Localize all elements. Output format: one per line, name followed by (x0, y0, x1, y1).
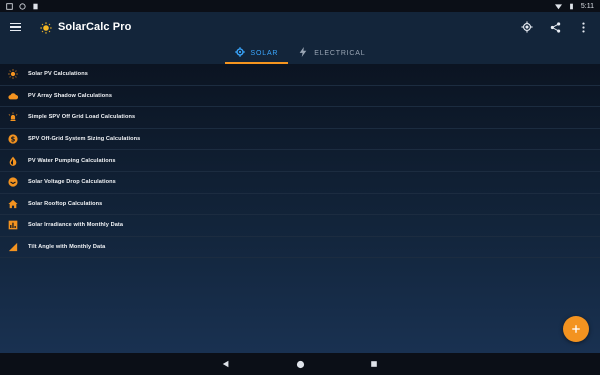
list-item-simple-spv-load[interactable]: Simple SPV Off Grid Load Calculations (0, 107, 600, 129)
notification-a-icon (6, 2, 13, 10)
list-item-label: Solar Irradiance with Monthly Data (28, 222, 124, 229)
sun-logo-icon (40, 21, 52, 34)
list-item-pv-array-shadow[interactable]: PV Array Shadow Calculations (0, 86, 600, 108)
app-bar: SolarCalc Pro (0, 12, 600, 42)
list-item-label: Solar Rooftop Calculations (28, 200, 103, 207)
home-icon (8, 199, 18, 209)
gps-icon[interactable] (520, 20, 534, 34)
list-item-label: Solar PV Calculations (28, 71, 88, 78)
light-icon (8, 112, 18, 122)
more-vert-icon[interactable] (576, 20, 590, 34)
tab-electrical-label: ELECTRICAL (314, 49, 366, 57)
wifi-icon (554, 3, 562, 10)
home-icon[interactable] (295, 359, 305, 369)
gear-icon (234, 47, 245, 59)
calculations-list-area: Solar PV Calculations PV Array Shadow Ca… (0, 64, 600, 353)
list-item-label: Simple SPV Off Grid Load Calculations (28, 114, 136, 121)
notification-c-icon (32, 3, 39, 10)
menu-icon[interactable] (10, 19, 26, 35)
status-time: 5:11 (580, 2, 594, 10)
calculations-list: Solar PV Calculations PV Array Shadow Ca… (0, 64, 600, 259)
tab-solar-label: SOLAR (250, 49, 279, 57)
plus-icon (572, 325, 580, 333)
system-nav-bar (0, 353, 600, 375)
list-item-label: Tilt Angle with Monthly Data (28, 244, 106, 251)
list-item-label: SPV Off-Grid System Sizing Calculations (28, 136, 141, 143)
angle-icon (8, 242, 18, 252)
list-item-tilt-angle[interactable]: Tilt Angle with Monthly Data (0, 237, 600, 259)
dollar-icon: $ (8, 134, 18, 144)
recents-icon[interactable] (369, 359, 379, 369)
list-item-solar-pv[interactable]: Solar PV Calculations (0, 64, 600, 86)
status-bar: 5:11 (0, 0, 600, 12)
drop-icon (8, 156, 18, 166)
notification-b-icon (19, 2, 26, 10)
list-item-label: Solar Voltage Drop Calculations (28, 179, 116, 186)
share-icon[interactable] (548, 20, 562, 34)
list-item-voltage-drop[interactable]: Solar Voltage Drop Calculations (0, 172, 600, 194)
app-title: SolarCalc Pro (58, 21, 132, 33)
list-item-label: PV Array Shadow Calculations (28, 92, 113, 99)
list-item-pv-water-pumping[interactable]: PV Water Pumping Calculations (0, 150, 600, 172)
bolt-icon (298, 47, 308, 59)
tab-bar: SOLAR ELECTRICAL (0, 42, 600, 64)
tab-electrical[interactable]: ELECTRICAL (288, 42, 375, 64)
gauge-icon (8, 177, 18, 187)
list-item-spv-system-sizing[interactable]: $ SPV Off-Grid System Sizing Calculation… (0, 129, 600, 151)
sun-icon (8, 69, 18, 80)
tab-solar[interactable]: SOLAR (224, 42, 289, 64)
battery-icon (568, 3, 575, 10)
back-icon[interactable] (221, 359, 231, 369)
list-item-irradiance[interactable]: Solar Irradiance with Monthly Data (0, 215, 600, 237)
add-fab-button[interactable] (563, 316, 589, 342)
chart-icon (8, 220, 18, 230)
list-item-label: PV Water Pumping Calculations (28, 157, 116, 164)
cloud-icon (8, 91, 18, 101)
svg-text:$: $ (11, 135, 16, 143)
list-item-rooftop[interactable]: Solar Rooftop Calculations (0, 194, 600, 216)
